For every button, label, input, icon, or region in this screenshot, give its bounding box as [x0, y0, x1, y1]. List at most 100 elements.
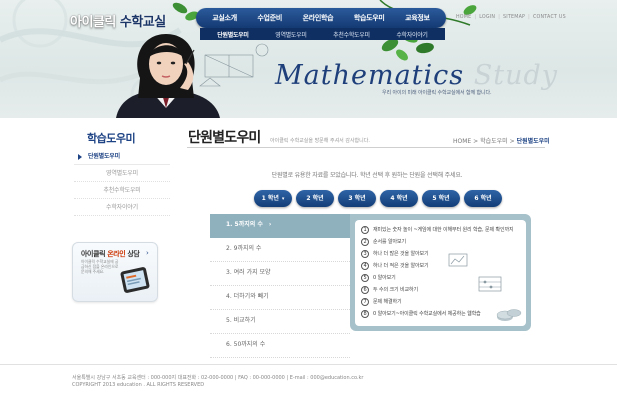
unit-item-4[interactable]: 4. 더하기와 빼기: [210, 286, 350, 310]
consult-banner-desc: 아이클릭 수학교실에 궁금하신 점을 온라인으로 문의해 주세요.: [81, 259, 119, 274]
unit-item-5[interactable]: 5. 비교하기: [210, 310, 350, 334]
gnb-item-study-helper[interactable]: 학습도우미: [354, 13, 385, 23]
unit-item-3[interactable]: 3. 여러 가지 모양: [210, 262, 350, 286]
detail-item-5[interactable]: 5 0 알아보기: [361, 273, 396, 283]
detail-item-6[interactable]: 6 두 수의 크기 비교하기: [361, 285, 418, 295]
lnb-item-recommended[interactable]: 추천수학도우미: [333, 30, 370, 39]
util-separator: |: [498, 15, 501, 20]
breadcrumb-home[interactable]: HOME: [453, 138, 471, 145]
footer-divider: [0, 364, 617, 365]
unit-detail-list: 1 재미있는 숫자 놀이 ~게임에 대한 이해부터 원리 학습, 문제 확인까지 …: [355, 220, 526, 326]
grade-label: 3 학년: [348, 195, 366, 202]
gnb-item-class-prep[interactable]: 수업준비: [257, 13, 282, 23]
consult-title-suffix: 상담: [125, 250, 140, 258]
chart-sketch-icon: [448, 253, 468, 267]
grade-button-6[interactable]: 6 학년: [464, 190, 502, 207]
student-illustration: [116, 34, 220, 118]
triangle-right-icon: [78, 153, 82, 160]
unit-item-1[interactable]: 1. 5까지의 수 ›: [210, 214, 350, 238]
gnb-item-edu-info[interactable]: 교육정보: [405, 13, 430, 23]
grade-button-1[interactable]: 1 학년 ▾: [254, 190, 292, 207]
lnb-item-area-helper[interactable]: 영역별도우미: [275, 30, 307, 39]
detail-item-1[interactable]: 1 재미있는 숫자 놀이 ~게임에 대한 이해부터 원리 학습, 문제 확인까지: [361, 225, 514, 235]
unit-label: 1. 5까지의 수: [226, 221, 263, 228]
banner-mathematics-study-title: Mathematics Study: [275, 60, 558, 91]
gnb-item-online-learning[interactable]: 온라인학습: [303, 13, 334, 23]
breadcrumb-parent[interactable]: 학습도우미: [480, 138, 508, 145]
sidebar-item-label: 단원별도우미: [88, 153, 120, 160]
grade-label: 5 학년: [432, 195, 450, 202]
detail-item-text: 0 알아보기~아이클릭 수학교실에서 체공하는 웹학습: [373, 311, 481, 317]
header-banner: 아이클릭 수학교실 교실소개 수업준비 온라인학습 학습도우미 교육정보 단원별…: [0, 0, 617, 118]
grade-label: 6 학년: [474, 195, 492, 202]
number-badge: 3: [361, 250, 369, 258]
number-badge: 7: [361, 298, 369, 306]
sidebar-item-label: 영역별도우미: [106, 170, 138, 177]
detail-item-7[interactable]: 7 문제 해결하기: [361, 297, 402, 307]
unit-label: 4. 더하기와 빼기: [226, 293, 269, 300]
unit-label: 2. 9까지의 수: [226, 245, 262, 252]
grade-label: 1 학년: [261, 195, 279, 202]
util-contact-link[interactable]: CONTACT US: [533, 15, 566, 20]
util-home-link[interactable]: HOME: [456, 15, 471, 20]
caret-down-icon: ▾: [281, 196, 285, 202]
detail-item-8[interactable]: 8 0 알아보기~아이클릭 수학교실에서 체공하는 웹학습: [361, 309, 481, 319]
utility-links: HOME | LOGIN | SITEMAP | CONTACT US: [456, 15, 566, 20]
grade-button-2[interactable]: 2 학년: [296, 190, 334, 207]
grade-button-3[interactable]: 3 학년: [338, 190, 376, 207]
banner-title-faded: Study: [473, 60, 558, 91]
sub-nav: 단원별도우미 영역별도우미 추천수학도우미 수학자이야기: [200, 28, 445, 40]
unit-list: 1. 5까지의 수 › 2. 9까지의 수 3. 여러 가지 모양 4. 더하기와…: [210, 214, 350, 358]
detail-item-3[interactable]: 3 하나 더 많은 것을 알아보기: [361, 249, 429, 259]
unit-item-6[interactable]: 6. 50까지의 수: [210, 334, 350, 358]
lnb-item-math-stories[interactable]: 수학자이야기: [396, 30, 428, 39]
number-badge: 4: [361, 262, 369, 270]
coins-icon: [496, 309, 522, 321]
sidebar-item-unit-helper[interactable]: 단원별도우미: [74, 148, 170, 165]
util-separator: |: [528, 15, 530, 20]
util-sitemap-link[interactable]: SITEMAP: [503, 15, 525, 20]
consult-title-prefix: 아이클릭: [81, 250, 108, 258]
sidebar-item-recommended[interactable]: 추천수학도우미: [74, 182, 170, 199]
grade-button-4[interactable]: 4 학년: [380, 190, 418, 207]
tablet-icon: [120, 267, 150, 293]
detail-item-2[interactable]: 2 순서를 알아보기: [361, 237, 406, 247]
unit-label: 5. 비교하기: [226, 317, 256, 324]
unit-item-2[interactable]: 2. 9까지의 수: [210, 238, 350, 262]
chevron-right-icon: ›: [146, 249, 149, 257]
grade-label: 4 학년: [390, 195, 408, 202]
breadcrumb-sep: >: [509, 138, 515, 145]
abacus-sketch-icon: [478, 276, 502, 292]
consult-banner-title: 아이클릭 온라인 상담: [81, 249, 140, 259]
breadcrumb: HOME > 학습도우미 > 단원별도우미: [453, 136, 550, 145]
grade-button-5[interactable]: 5 학년: [422, 190, 460, 207]
detail-item-text: 두 수의 크기 비교하기: [373, 287, 418, 293]
detail-item-4[interactable]: 4 하나 더 적은 것을 알아보기: [361, 261, 429, 271]
footer: 서울특별시 강남구 서초동 교육센터 : 000-000지 대표전화 : 02-…: [72, 375, 363, 389]
page-title: 단원별도우미: [188, 130, 261, 146]
number-badge: 5: [361, 274, 369, 282]
footer-copyright: COPYRIGHT 2013 education . ALL RIGHTS RE…: [72, 382, 205, 388]
detail-item-text: 0 알아보기: [373, 275, 396, 281]
sidebar-item-label: 수학자이야기: [106, 204, 138, 211]
util-separator: |: [474, 15, 477, 20]
chevron-right-icon: ›: [268, 221, 272, 228]
unit-label: 3. 여러 가지 모양: [226, 269, 271, 276]
title-divider: [187, 147, 545, 148]
grade-selector: 1 학년 ▾ 2 학년 3 학년 4 학년 5 학년 6 학년: [254, 190, 502, 207]
online-consult-banner[interactable]: 아이클릭 온라인 상담 › 아이클릭 수학교실에 궁금하신 점을 온라인으로 문…: [72, 242, 158, 302]
unit-label: 6. 50까지의 수: [226, 341, 266, 348]
intro-text: 단원별로 유용한 자료를 모았습니다. 학년 선택 후 원하는 단원을 선택해 …: [271, 172, 463, 179]
detail-item-text: 순서를 알아보기: [373, 239, 406, 245]
sidebar-title: 학습도우미: [87, 132, 136, 145]
banner-tagline: 우리 아이의 미래 아이클릭 수학교실에서 함께 합니다.: [382, 90, 492, 96]
grade-label: 2 학년: [306, 195, 324, 202]
gnb-item-about[interactable]: 교실소개: [212, 13, 237, 23]
detail-item-text: 재미있는 숫자 놀이 ~게임에 대한 이해부터 원리 학습, 문제 확인까지: [373, 227, 514, 233]
sidebar-item-area-helper[interactable]: 영역별도우미: [74, 165, 170, 182]
number-badge: 1: [361, 226, 369, 234]
sidebar-item-label: 추천수학도우미: [103, 187, 141, 194]
sidebar-item-math-stories[interactable]: 수학자이야기: [74, 199, 170, 216]
breadcrumb-sep: >: [473, 138, 479, 145]
util-login-link[interactable]: LOGIN: [479, 15, 495, 20]
